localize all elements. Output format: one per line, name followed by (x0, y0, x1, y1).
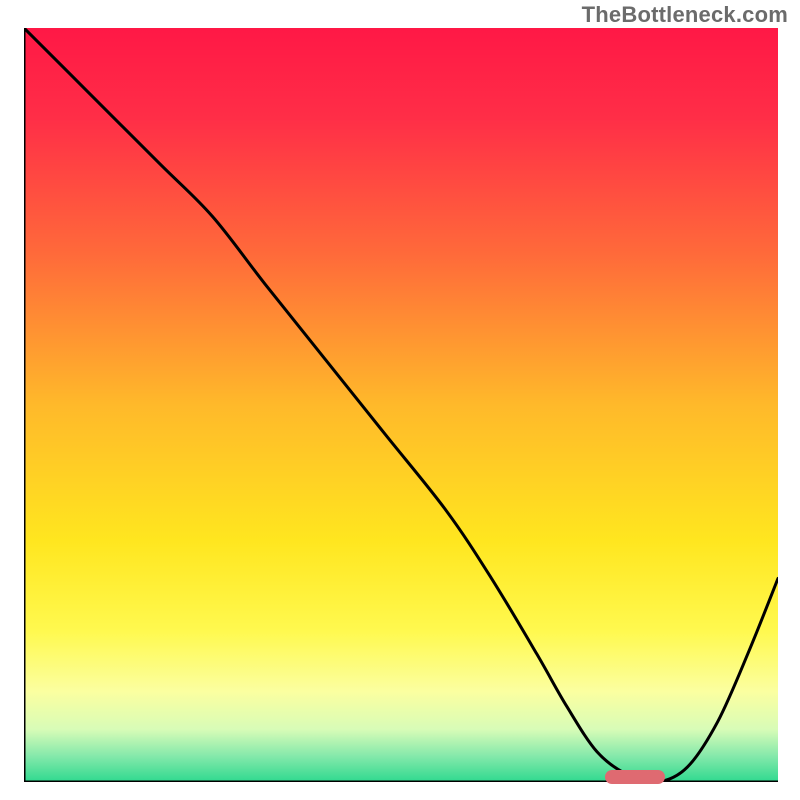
watermark-text: TheBottleneck.com (582, 2, 788, 28)
plot-svg (24, 28, 778, 782)
optimal-range-marker (605, 770, 665, 784)
plot-area (24, 28, 778, 782)
chart-stage: TheBottleneck.com (0, 0, 800, 800)
